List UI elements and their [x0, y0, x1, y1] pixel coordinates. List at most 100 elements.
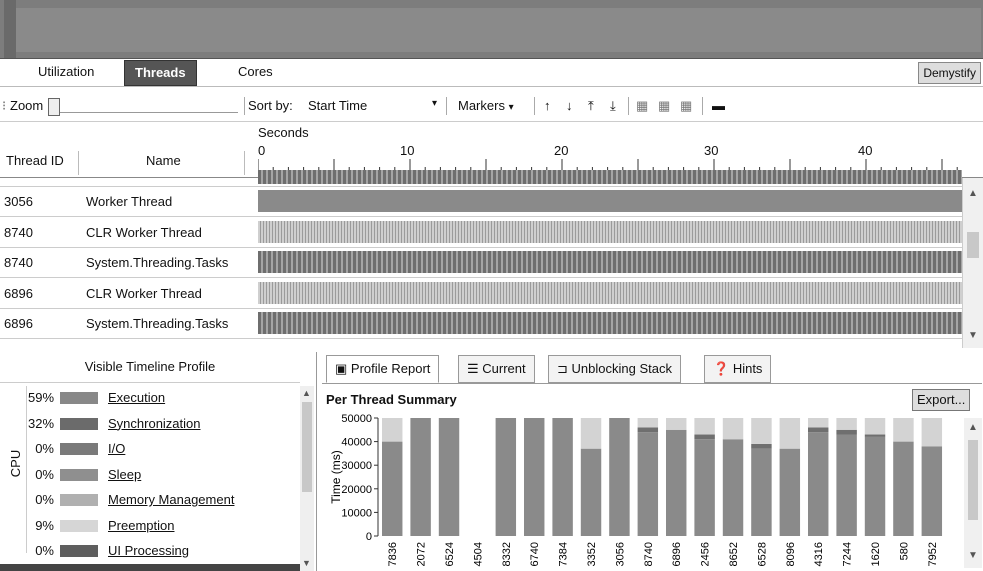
per-thread-summary-legend-row[interactable] [0, 564, 300, 571]
report-scrollbar[interactable]: ▲ ▼ [964, 418, 982, 568]
bar-segment[interactable] [836, 429, 857, 435]
name-header[interactable]: Name [146, 153, 181, 168]
overview-resize-handle[interactable] [4, 0, 16, 58]
bar-segment[interactable] [694, 439, 715, 536]
thread-timeline-bar[interactable] [258, 220, 962, 243]
arrow-up-icon[interactable]: ↑ [544, 97, 551, 115]
table-row[interactable]: 8740 System.Threading.Tasks [0, 247, 983, 278]
bar-segment[interactable] [808, 427, 829, 433]
arrow-to-top-icon[interactable]: ⤒ [588, 97, 594, 115]
legend-link[interactable]: UI Processing [108, 543, 189, 558]
legend-item[interactable]: 0% Memory Management [28, 488, 298, 512]
scroll-down-icon[interactable]: ▼ [302, 558, 311, 568]
sort-by-select[interactable]: Start Time ▾ [300, 95, 440, 117]
bar-segment[interactable] [382, 418, 403, 442]
bar-segment[interactable] [410, 418, 431, 536]
export-button[interactable]: Export... [912, 389, 971, 411]
scroll-down-icon[interactable]: ▼ [968, 550, 978, 561]
legend-link[interactable]: Sleep [108, 467, 141, 482]
legend-link[interactable]: I/O [108, 441, 125, 456]
legend-item[interactable]: 9% Preemption [28, 514, 298, 538]
tab-threads[interactable]: Threads [124, 60, 197, 86]
table-row[interactable]: 6896 System.Threading.Tasks [0, 308, 983, 339]
thread-timeline-bar[interactable] [258, 312, 962, 334]
bar-segment[interactable] [751, 418, 772, 444]
bar-segment[interactable] [864, 436, 886, 536]
bar-segment[interactable] [893, 418, 914, 442]
bar-segment[interactable] [694, 434, 715, 440]
bar-segment[interactable] [609, 418, 630, 536]
scroll-down-icon[interactable]: ▼ [968, 330, 978, 341]
tab-current[interactable]: ☰ Current [458, 355, 535, 383]
bar-segment[interactable] [779, 448, 801, 536]
legend-link[interactable]: Execution [108, 390, 165, 405]
bar-segment[interactable] [552, 418, 573, 536]
scroll-up-icon[interactable]: ▲ [302, 388, 311, 398]
arrow-down-icon[interactable]: ↓ [566, 97, 573, 115]
bar-segment[interactable] [751, 448, 772, 536]
bar-segment[interactable] [864, 434, 886, 437]
bar-segment[interactable] [524, 418, 545, 536]
bar-segment[interactable] [751, 443, 772, 449]
bar-segment[interactable] [893, 441, 914, 536]
bar-segment[interactable] [808, 432, 829, 536]
bar-segment[interactable] [637, 418, 659, 428]
scroll-up-icon[interactable]: ▲ [968, 188, 978, 199]
critical-path-icon[interactable]: ▬ [712, 97, 725, 115]
bar-segment[interactable] [580, 418, 602, 449]
filter-clear-icon[interactable]: ▦ [680, 97, 692, 115]
thread-timeline-bar[interactable] [258, 190, 962, 212]
bar-segment[interactable] [637, 432, 659, 536]
zoom-slider[interactable] [48, 98, 238, 116]
bar-segment[interactable] [779, 418, 801, 449]
tab-unblocking-stack[interactable]: ⊐ Unblocking Stack [548, 355, 681, 383]
table-row[interactable]: 6896 CLR Worker Thread [0, 278, 983, 309]
bar-segment[interactable] [666, 418, 687, 430]
legend-item[interactable]: 0% Sleep [28, 463, 298, 487]
bar-segment[interactable] [495, 418, 517, 536]
timeline-overview[interactable] [0, 0, 983, 59]
legend-link[interactable]: Synchronization [108, 416, 201, 431]
tab-cores[interactable]: Cores [228, 60, 283, 84]
scroll-thumb[interactable] [968, 440, 978, 520]
bar-segment[interactable] [921, 418, 943, 447]
table-row[interactable]: 3056 Worker Thread [0, 186, 983, 217]
bar-segment[interactable] [438, 418, 460, 536]
bar-segment[interactable] [722, 439, 744, 536]
bar-segment[interactable] [694, 418, 715, 435]
bar-segment[interactable] [637, 427, 659, 433]
bar-segment[interactable] [382, 441, 403, 536]
scroll-thumb[interactable] [967, 232, 979, 258]
tab-utilization[interactable]: Utilization [28, 60, 104, 84]
bar-segment[interactable] [722, 418, 744, 440]
thread-timeline-bar[interactable] [258, 170, 962, 184]
legend-link[interactable]: Preemption [108, 518, 174, 533]
bar-segment[interactable] [666, 429, 687, 536]
scroll-thumb[interactable] [302, 402, 312, 492]
legend-scrollbar[interactable]: ▲ ▼ [300, 386, 314, 571]
legend-item[interactable]: 59% Execution [28, 386, 298, 410]
thread-timeline-bar[interactable] [258, 281, 962, 304]
bar-segment[interactable] [836, 418, 857, 430]
arrow-to-bottom-icon[interactable]: ⤓ [610, 97, 616, 115]
overview-selection[interactable] [16, 8, 981, 52]
bar-segment[interactable] [864, 418, 886, 435]
filter-add-icon[interactable]: ▦ [636, 97, 648, 115]
legend-item[interactable]: 32% Synchronization [28, 412, 298, 436]
tab-profile-report[interactable]: ▣ Profile Report [326, 355, 440, 383]
scroll-up-icon[interactable]: ▲ [968, 422, 978, 433]
thread-timeline-bar[interactable] [258, 251, 962, 273]
bar-segment[interactable] [580, 448, 602, 536]
bar-segment[interactable] [921, 446, 943, 536]
thread-id-header[interactable]: Thread ID [6, 153, 64, 168]
tab-hints[interactable]: ❓ Hints [704, 355, 772, 383]
markers-button[interactable]: Markers ▾ [458, 97, 514, 117]
table-row[interactable]: 8740 CLR Worker Thread [0, 217, 983, 248]
legend-item[interactable]: 0% I/O [28, 437, 298, 461]
filter-remove-icon[interactable]: ▦ [658, 97, 670, 115]
legend-link[interactable]: Memory Management [108, 492, 234, 507]
legend-item[interactable]: 0% UI Processing [28, 539, 298, 563]
bar-segment[interactable] [836, 434, 857, 536]
bar-segment[interactable] [808, 418, 829, 428]
demystify-button[interactable]: Demystify [918, 62, 981, 84]
